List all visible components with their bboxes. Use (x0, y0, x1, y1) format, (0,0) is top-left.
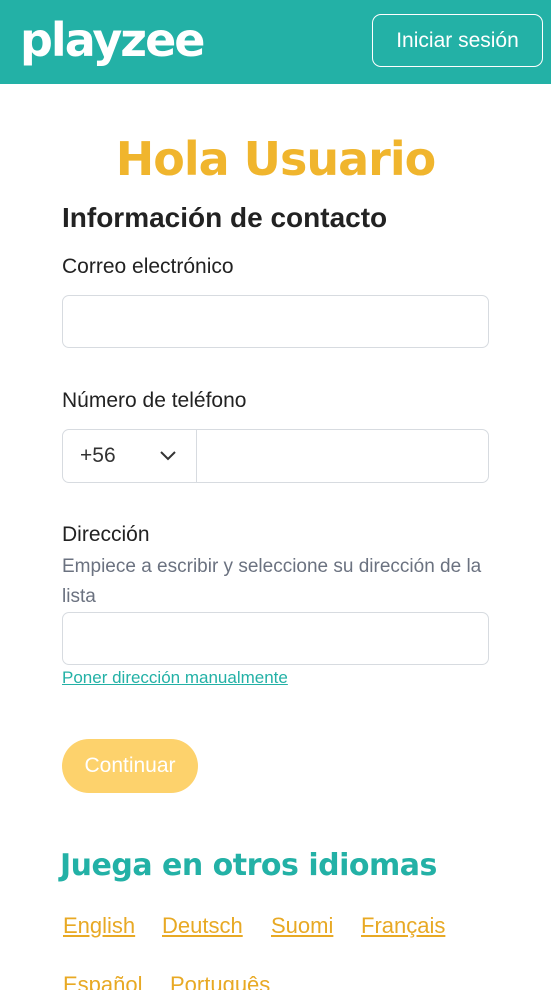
address-label: Dirección (62, 523, 150, 546)
languages-title: Juega en otros idiomas (60, 848, 437, 883)
section-title: Información de contacto (62, 202, 388, 233)
country-code-value: +56 (80, 444, 116, 467)
phone-number-field[interactable] (197, 430, 488, 482)
email-field[interactable] (62, 295, 489, 348)
address-field[interactable] (62, 612, 489, 665)
language-link-francais[interactable]: Français (361, 913, 445, 939)
language-link-portugues[interactable]: Português (170, 972, 270, 990)
language-link-english[interactable]: English (63, 913, 135, 939)
chevron-down-icon (160, 451, 176, 461)
email-label: Correo electrónico (62, 255, 234, 278)
continue-button[interactable]: Continuar (62, 739, 198, 793)
language-link-deutsch[interactable]: Deutsch (162, 913, 243, 939)
greeting-title: Hola Usuario (115, 132, 437, 186)
phone-field-group: +56 (62, 429, 489, 483)
address-helper-text: Empiece a escribir y seleccione su direc… (62, 556, 482, 607)
phone-label: Número de teléfono (62, 389, 247, 412)
language-link-suomi[interactable]: Suomi (271, 913, 333, 939)
login-button[interactable]: Iniciar sesión (372, 14, 543, 67)
language-link-espanol[interactable]: Español (63, 972, 143, 990)
manual-address-link[interactable]: Poner dirección manualmente (62, 668, 288, 688)
playzee-logo[interactable]: playzee (20, 12, 205, 68)
top-header: playzee Iniciar sesión (0, 0, 551, 84)
country-code-select[interactable]: +56 (63, 430, 197, 482)
